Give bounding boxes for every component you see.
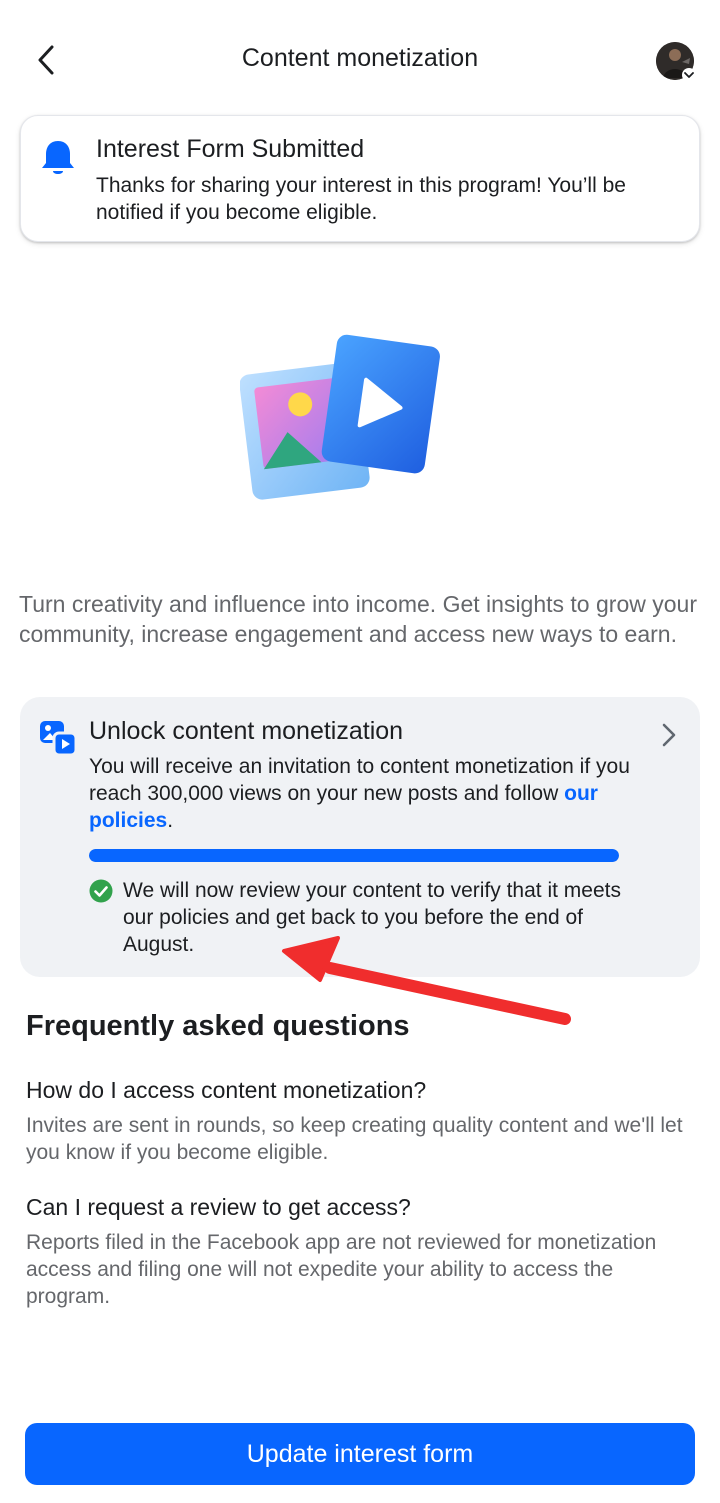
faq-answer: Invites are sent in rounds, so keep crea… — [26, 1114, 683, 1164]
views-progress-fill — [89, 849, 619, 862]
check-circle-icon — [89, 879, 113, 903]
interest-submitted-banner: Interest Form Submitted Thanks for shari… — [20, 115, 700, 242]
faq-question: Can I request a review to get access? — [26, 1194, 411, 1220]
unlock-monetization-card[interactable]: Unlock content monetization You will rec… — [20, 697, 700, 977]
bell-icon — [42, 141, 74, 174]
faq-heading: Frequently asked questions — [26, 1010, 410, 1042]
update-interest-form-button[interactable]: Update interest form — [25, 1423, 695, 1485]
page-title: Content monetization — [241, 44, 479, 72]
banner-title: Interest Form Submitted — [96, 135, 365, 163]
faq-answer: Reports filed in the Facebook app are no… — [26, 1231, 657, 1308]
account-switcher-caret[interactable] — [682, 68, 696, 82]
review-status-text: We will now review your content to verif… — [123, 879, 621, 956]
card-body: You will receive an invitation to conten… — [89, 753, 649, 834]
photo-video-icon — [40, 721, 78, 757]
card-body-text: You will receive an invitation to conten… — [89, 755, 630, 805]
top-bar: Content monetization — [0, 0, 720, 120]
card-title: Unlock content monetization — [89, 717, 404, 745]
intro-text: Turn creativity and influence into incom… — [19, 591, 697, 647]
faq-question: How do I access content monetization? — [26, 1077, 427, 1103]
banner-body: Thanks for sharing your interest in this… — [96, 174, 626, 224]
views-progress-bar — [89, 849, 619, 862]
chevron-down-icon — [684, 72, 694, 78]
photo-video-illustration — [240, 334, 440, 500]
chevron-right-icon[interactable] — [658, 721, 680, 749]
card-body-end: . — [167, 809, 174, 832]
